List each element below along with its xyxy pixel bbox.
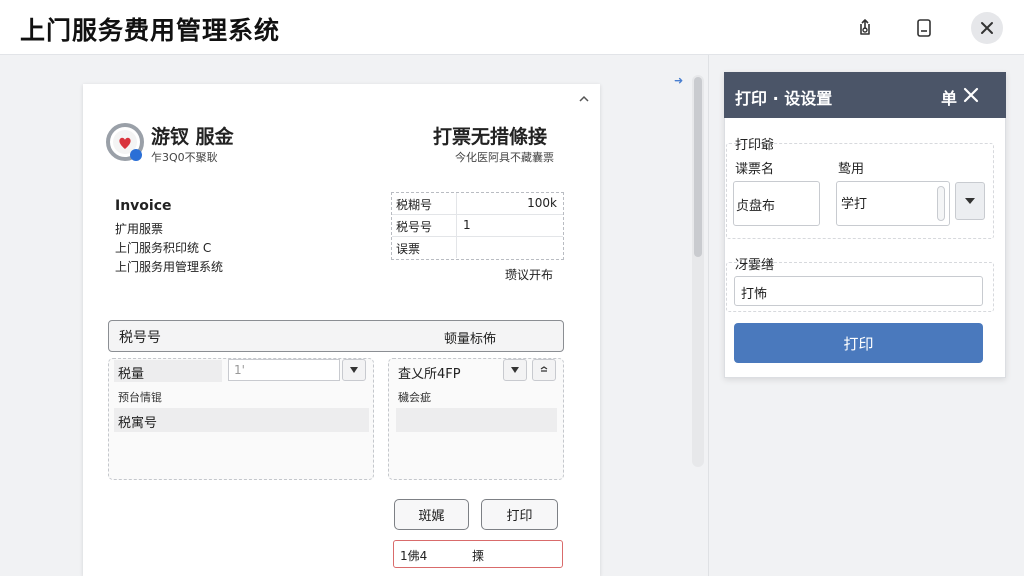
company-logo-icon xyxy=(106,123,144,161)
info-key: 税号号 xyxy=(396,220,433,234)
tax-code-label: 税寓号 xyxy=(118,416,158,431)
document-title: 打票无措條接 xyxy=(433,126,548,148)
tax-header-bar[interactable]: 税号号 顿量标佈 xyxy=(108,320,564,352)
caret-down-icon xyxy=(965,198,975,204)
error-input-left: 1佛4 xyxy=(400,549,428,563)
option-section-label: 冴霎缮 xyxy=(735,258,775,273)
tax-quantity-label: 税量 xyxy=(118,367,145,382)
info-row: 税号号 1 xyxy=(392,215,563,237)
printer-section-label: 打印爺 xyxy=(735,138,775,153)
error-input-right: 搮 xyxy=(472,549,485,563)
caret-down-icon xyxy=(350,367,358,373)
quantity-dropdown-button[interactable] xyxy=(342,359,366,381)
vertical-scrollbar[interactable] xyxy=(692,75,704,467)
app-title: 上门服务费用管理系统 xyxy=(20,16,281,45)
brand-subtitle: 乍3Q0不聚耿 xyxy=(151,151,218,164)
scrollbar-thumb[interactable] xyxy=(694,77,702,257)
share-button[interactable] xyxy=(849,12,881,44)
dialog-header-right[interactable]: 单 xyxy=(941,85,957,109)
invoice-line: 扩用服票 xyxy=(115,222,164,236)
document-subtitle: 今化医阿具不藏囊票 xyxy=(455,151,554,164)
close-icon[interactable] xyxy=(963,87,979,103)
format-selected-row[interactable] xyxy=(396,408,557,432)
field2-label: 鸷用 xyxy=(838,162,865,177)
invoice-label: Invoice xyxy=(115,198,172,214)
info-value[interactable] xyxy=(456,237,563,258)
format-label: 査乂所4FP xyxy=(398,367,461,382)
info-key: 误票 xyxy=(396,242,421,256)
field1-input[interactable]: 贞盘布 xyxy=(733,181,820,226)
format-sub-label: 穢会疵 xyxy=(398,391,431,404)
pin-icon[interactable]: ➜ xyxy=(674,74,683,87)
info-row: 误票 xyxy=(392,237,563,259)
bookmark-button[interactable] xyxy=(908,12,940,44)
invoice-line: 上门服务用管理系统 xyxy=(115,260,224,274)
secondary-button[interactable]: 斑娓 xyxy=(394,499,469,530)
field1-label: 谍票名 xyxy=(735,162,775,177)
header-bar-left: 税号号 xyxy=(119,330,161,346)
bookmark-icon xyxy=(917,19,931,37)
option-input[interactable]: 打怖 xyxy=(734,276,983,306)
caret-down-icon xyxy=(511,367,519,373)
chevron-up-icon[interactable] xyxy=(577,92,591,106)
share-icon xyxy=(860,19,870,35)
info-value[interactable]: 1 xyxy=(456,215,563,236)
print-invoice-button[interactable]: 打印 xyxy=(481,499,558,530)
dialog-title: 打印 · 设设置 xyxy=(735,89,833,108)
tax-quantity-input[interactable]: 1' xyxy=(228,359,340,381)
info-key: 税糊号 xyxy=(396,198,433,212)
preset-label: 预台情锟 xyxy=(118,391,162,404)
field2-value: 学打 xyxy=(841,197,868,212)
error-input-field[interactable]: 1佛4 搮 xyxy=(393,540,563,568)
more-icon xyxy=(540,366,548,372)
agree-link[interactable]: 瓒议开布 xyxy=(505,266,553,283)
header-bar-right: 顿量标佈 xyxy=(444,332,497,347)
field2-scroll[interactable] xyxy=(937,186,945,221)
invoice-line: 上门服务积印统 C xyxy=(115,241,212,255)
title-bar: 上门服务费用管理系统 xyxy=(0,0,1024,55)
close-icon xyxy=(981,22,993,34)
format-options-button[interactable] xyxy=(532,359,556,381)
format-dropdown-button[interactable] xyxy=(503,359,527,381)
field2-dropdown-button[interactable] xyxy=(955,182,985,220)
info-row: 税糊号 100k xyxy=(392,193,563,215)
close-button[interactable] xyxy=(971,12,1003,44)
print-button[interactable]: 打印 xyxy=(734,323,983,363)
invoice-info-table: 税糊号 100k 税号号 1 误票 xyxy=(391,192,564,260)
field2-select[interactable]: 学打 xyxy=(836,181,950,226)
brand-name: 游钗 服金 xyxy=(151,126,234,148)
info-value[interactable]: 100k xyxy=(456,193,563,214)
